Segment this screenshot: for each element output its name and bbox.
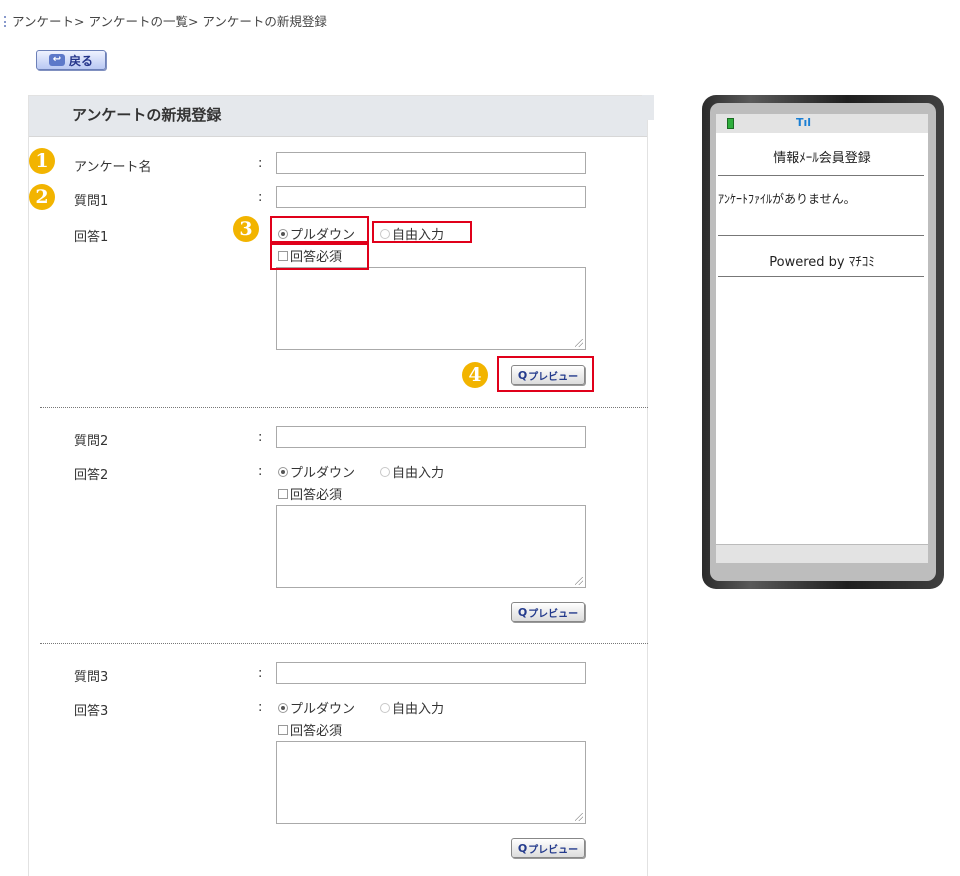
battery-icon <box>727 118 734 129</box>
mobile-preview: Tıl 情報ﾒｰﾙ会員登録 ｱﾝｹｰﾄﾌｧｲﾙがありません。 Powered b… <box>702 95 944 589</box>
question1-input[interactable] <box>276 186 586 208</box>
checkbox-icon <box>278 724 288 735</box>
answer3-textarea[interactable] <box>276 741 586 824</box>
colon: : <box>258 190 263 205</box>
answer2-textarea[interactable] <box>276 505 586 588</box>
preview-button[interactable]: Q プレビュー <box>511 602 585 622</box>
answer3-label: 回答3 <box>74 704 109 719</box>
mobile-divider <box>718 235 924 236</box>
back-arrow-icon: ↩ <box>48 54 65 66</box>
section-divider <box>40 407 648 408</box>
highlight-pulldown-option <box>270 216 369 243</box>
highlight-free-input-option <box>372 221 472 243</box>
colon: : <box>258 156 263 171</box>
survey-name-label: アンケート名 <box>74 160 152 175</box>
mobile-divider <box>718 175 924 176</box>
mobile-powered-by: Powered by ﾏﾁｺﾐ <box>769 255 875 270</box>
answer2-label: 回答2 <box>74 468 109 483</box>
radio-selected-icon <box>278 466 288 477</box>
callout-badge-1: 1 <box>29 148 55 174</box>
colon: : <box>258 700 263 715</box>
radio-icon <box>380 466 390 477</box>
question3-label: 質問3 <box>74 670 109 685</box>
answer1-label: 回答1 <box>74 230 109 245</box>
colon: : <box>258 464 263 479</box>
preview-button[interactable]: Q プレビュー <box>511 838 585 858</box>
colon: : <box>258 430 263 445</box>
resize-handle-icon[interactable] <box>575 577 583 585</box>
resize-handle-icon[interactable] <box>575 813 583 821</box>
breadcrumb: アンケート> アンケートの一覧> アンケートの新規登録 <box>4 11 327 30</box>
mobile-status-bar <box>716 114 928 133</box>
answer3-pulldown-radio[interactable]: プルダウン <box>278 698 355 717</box>
mobile-footer-bar <box>716 544 928 563</box>
question3-input[interactable] <box>276 662 586 684</box>
answer3-free-input-radio[interactable]: 自由入力 <box>380 698 444 717</box>
callout-badge-3: 3 <box>233 216 259 242</box>
mobile-screen <box>716 114 928 544</box>
breadcrumb-icon <box>4 16 10 27</box>
mobile-message: ｱﾝｹｰﾄﾌｧｲﾙがありません。 <box>718 192 856 206</box>
radio-icon <box>380 702 390 713</box>
callout-badge-4: 4 <box>462 362 488 388</box>
highlight-preview-button <box>497 356 594 392</box>
colon: : <box>258 666 263 681</box>
answer2-pulldown-radio[interactable]: プルダウン <box>278 462 355 481</box>
answer3-required-checkbox[interactable]: 回答必須 <box>278 720 342 739</box>
checkbox-icon <box>278 488 288 499</box>
radio-selected-icon <box>278 702 288 713</box>
back-button[interactable]: ↩ 戻る <box>36 50 106 70</box>
question2-input[interactable] <box>276 426 586 448</box>
survey-name-input[interactable] <box>276 152 586 174</box>
highlight-required-option <box>270 243 369 270</box>
page-title: アンケートの新規登録 <box>72 106 222 124</box>
resize-handle-icon[interactable] <box>575 339 583 347</box>
question1-label: 質問1 <box>74 194 109 209</box>
panel-tab-notch <box>642 95 654 120</box>
answer2-required-checkbox[interactable]: 回答必須 <box>278 484 342 503</box>
answer1-textarea[interactable] <box>276 267 586 350</box>
mobile-divider <box>718 276 924 277</box>
question2-label: 質問2 <box>74 434 109 449</box>
section-divider <box>40 643 648 644</box>
mobile-title: 情報ﾒｰﾙ会員登録 <box>773 151 871 166</box>
signal-icon: Tıl <box>796 116 812 129</box>
callout-badge-2: 2 <box>29 184 55 210</box>
answer2-free-input-radio[interactable]: 自由入力 <box>380 462 444 481</box>
